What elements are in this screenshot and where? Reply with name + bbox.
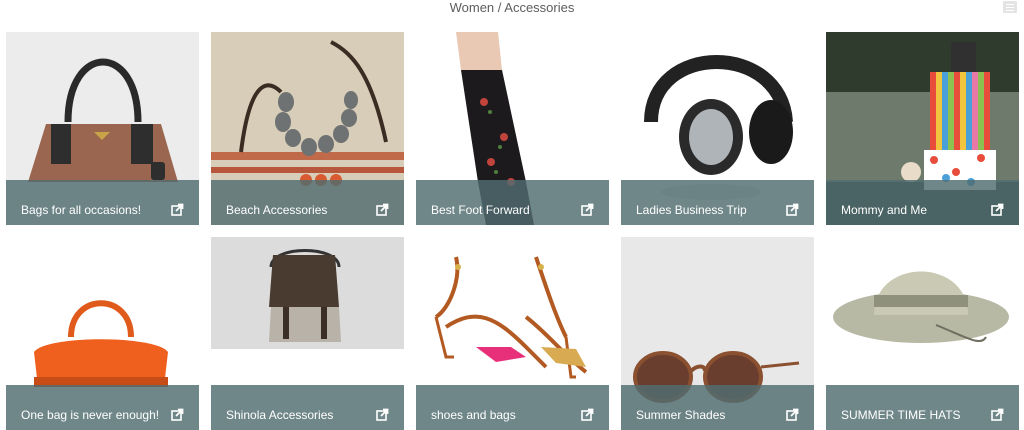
board-caption-bar: SUMMER TIME HATS: [826, 385, 1019, 430]
board-caption-bar: shoes and bags: [416, 385, 609, 430]
board-title: Bags for all occasions!: [21, 203, 142, 217]
board-tile[interactable]: SUMMER TIME HATS: [826, 237, 1019, 430]
share-icon[interactable]: [991, 408, 1004, 421]
board-title: Beach Accessories: [226, 203, 328, 217]
share-icon[interactable]: [786, 408, 799, 421]
board-caption-bar: Bags for all occasions!: [6, 180, 199, 225]
board-tile[interactable]: Shinola Accessories: [211, 237, 404, 430]
top-bar: Women / Accessories: [0, 0, 1024, 22]
board-tile[interactable]: Summer Shades: [621, 237, 814, 430]
board-caption-bar: Summer Shades: [621, 385, 814, 430]
board-tile[interactable]: Mommy and Me: [826, 32, 1019, 225]
board-tile[interactable]: shoes and bags: [416, 237, 609, 430]
board-tile[interactable]: Ladies Business Trip: [621, 32, 814, 225]
share-icon[interactable]: [581, 203, 594, 216]
share-icon[interactable]: [991, 203, 1004, 216]
board-caption-bar: Beach Accessories: [211, 180, 404, 225]
board-title: Mommy and Me: [841, 203, 928, 217]
board-title: shoes and bags: [431, 408, 516, 422]
share-icon[interactable]: [376, 408, 389, 421]
menu-icon[interactable]: [1003, 1, 1017, 13]
board-title: SUMMER TIME HATS: [841, 408, 961, 422]
board-title: Best Foot Forward: [431, 203, 530, 217]
share-icon[interactable]: [581, 408, 594, 421]
board-title: One bag is never enough!: [21, 408, 160, 422]
board-title: Ladies Business Trip: [636, 203, 747, 217]
board-title: Shinola Accessories: [226, 408, 334, 422]
board-title: Summer Shades: [636, 408, 726, 422]
board-tile[interactable]: Bags for all occasions!: [6, 32, 199, 225]
share-icon[interactable]: [376, 203, 389, 216]
board-tile[interactable]: Beach Accessories: [211, 32, 404, 225]
share-icon[interactable]: [171, 203, 184, 216]
board-caption-bar: Ladies Business Trip: [621, 180, 814, 225]
breadcrumb: Women / Accessories: [449, 0, 575, 15]
board-caption-bar: Shinola Accessories: [211, 385, 404, 430]
board-tile[interactable]: One bag is never enough!: [6, 237, 199, 430]
board-tile[interactable]: Best Foot Forward: [416, 32, 609, 225]
board-caption-bar: One bag is never enough!: [6, 385, 199, 430]
share-icon[interactable]: [171, 408, 184, 421]
board-caption-bar: Mommy and Me: [826, 180, 1019, 225]
share-icon[interactable]: [786, 203, 799, 216]
board-caption-bar: Best Foot Forward: [416, 180, 609, 225]
